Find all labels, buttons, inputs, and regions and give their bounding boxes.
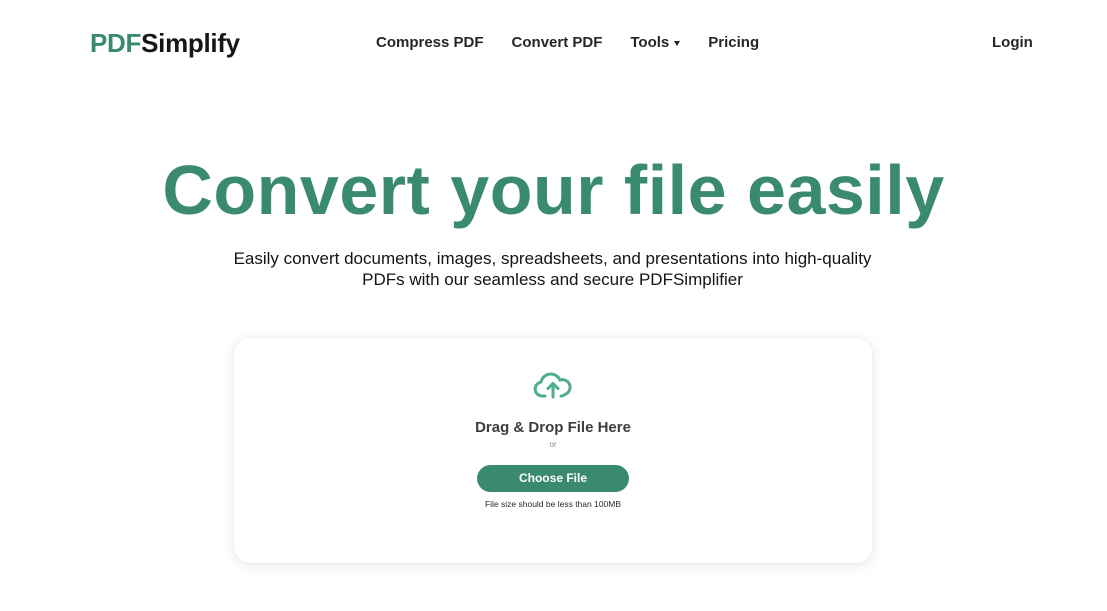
nav-compress-pdf[interactable]: Compress PDF: [376, 34, 484, 51]
or-label: or: [549, 440, 557, 449]
logo-main-text: Simplify: [141, 28, 240, 58]
main-nav: Compress PDF Convert PDF Tools Pricing: [376, 34, 759, 51]
drop-label: Drag & Drop File Here: [475, 419, 631, 436]
page: PDFSimplify Compress PDF Convert PDF Too…: [0, 0, 1107, 611]
nav-compress-pdf-label: Compress PDF: [376, 34, 484, 51]
login-link[interactable]: Login: [992, 34, 1033, 51]
nav-pricing[interactable]: Pricing: [708, 34, 759, 51]
nav-convert-pdf-label: Convert PDF: [511, 34, 603, 51]
hero-subtitle-line1: Easily convert documents, images, spread…: [233, 249, 872, 268]
nav-tools-dropdown[interactable]: Tools: [630, 34, 681, 51]
hero-title: Convert your file easily: [162, 151, 945, 229]
caret-down-icon: [674, 41, 681, 46]
file-drop-zone[interactable]: Drag & Drop File Here or Choose File Fil…: [234, 338, 872, 563]
cloud-upload-icon: [533, 372, 572, 399]
hero-subtitle: Easily convert documents, images, spread…: [180, 248, 925, 290]
file-size-note: File size should be less than 100MB: [484, 499, 622, 509]
nav-tools-label: Tools: [630, 34, 670, 51]
hero-subtitle-line2: PDFs with our seamless and secure PDFSim…: [362, 270, 743, 289]
logo[interactable]: PDFSimplify: [90, 28, 240, 59]
choose-file-button[interactable]: Choose File: [477, 465, 629, 492]
site-header: PDFSimplify Compress PDF Convert PDF Too…: [0, 0, 1107, 86]
nav-pricing-label: Pricing: [708, 34, 760, 51]
logo-accent-text: PDF: [90, 28, 142, 58]
nav-convert-pdf[interactable]: Convert PDF: [512, 34, 603, 51]
